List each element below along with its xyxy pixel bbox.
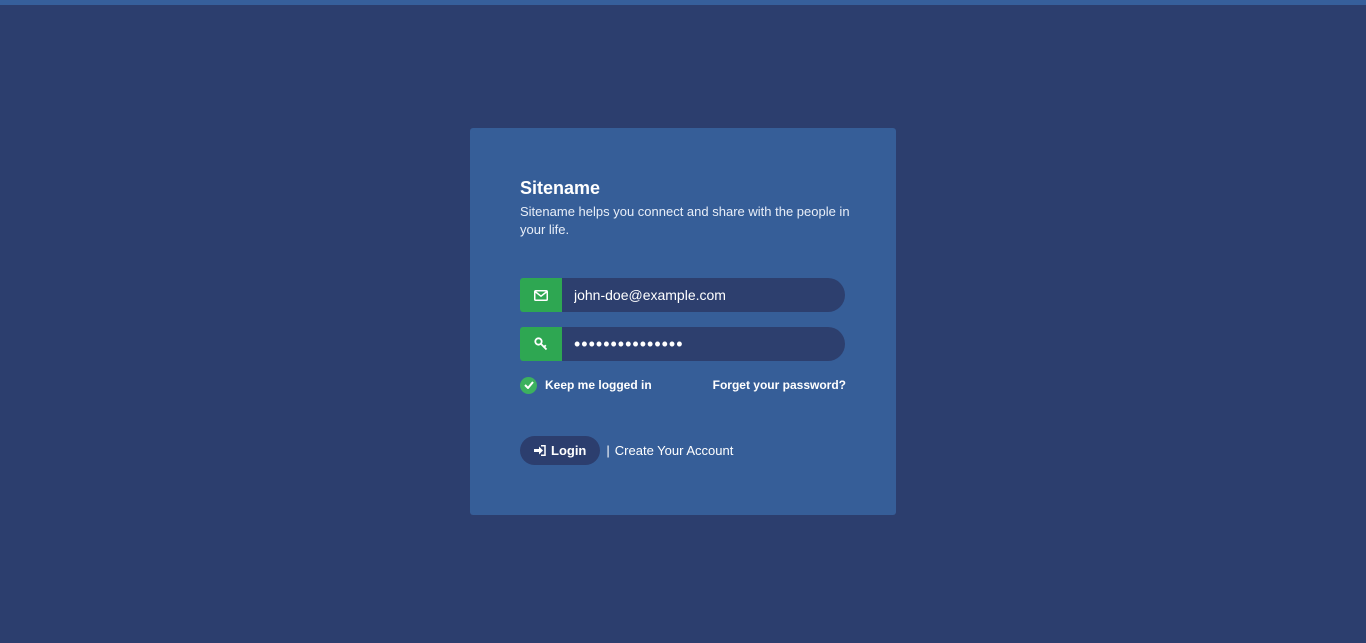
- login-card: Sitename Sitename helps you connect and …: [470, 128, 896, 515]
- password-field-group: [520, 327, 845, 361]
- forgot-password-link[interactable]: Forget your password?: [713, 378, 846, 392]
- login-button-label: Login: [551, 443, 587, 458]
- top-strip: [0, 0, 1366, 5]
- create-account-link[interactable]: Create Your Account: [615, 443, 734, 458]
- sign-in-icon: [534, 445, 546, 456]
- key-icon: [520, 327, 562, 361]
- actions-row: Login | Create Your Account: [520, 436, 733, 465]
- envelope-icon: [520, 278, 562, 312]
- keep-logged-in-checkbox[interactable]: Keep me logged in: [520, 376, 652, 394]
- email-field-group: [520, 278, 845, 312]
- email-input[interactable]: [562, 278, 845, 312]
- action-separator: |: [606, 443, 610, 458]
- login-button[interactable]: Login: [520, 436, 601, 465]
- check-icon: [520, 376, 537, 394]
- site-title: Sitename: [520, 178, 601, 198]
- keep-logged-in-label: Keep me logged in: [545, 378, 652, 392]
- password-input[interactable]: [562, 327, 845, 361]
- options-row: Keep me logged in Forget your password?: [520, 376, 846, 394]
- site-description: Sitename helps you connect and share wit…: [520, 204, 850, 237]
